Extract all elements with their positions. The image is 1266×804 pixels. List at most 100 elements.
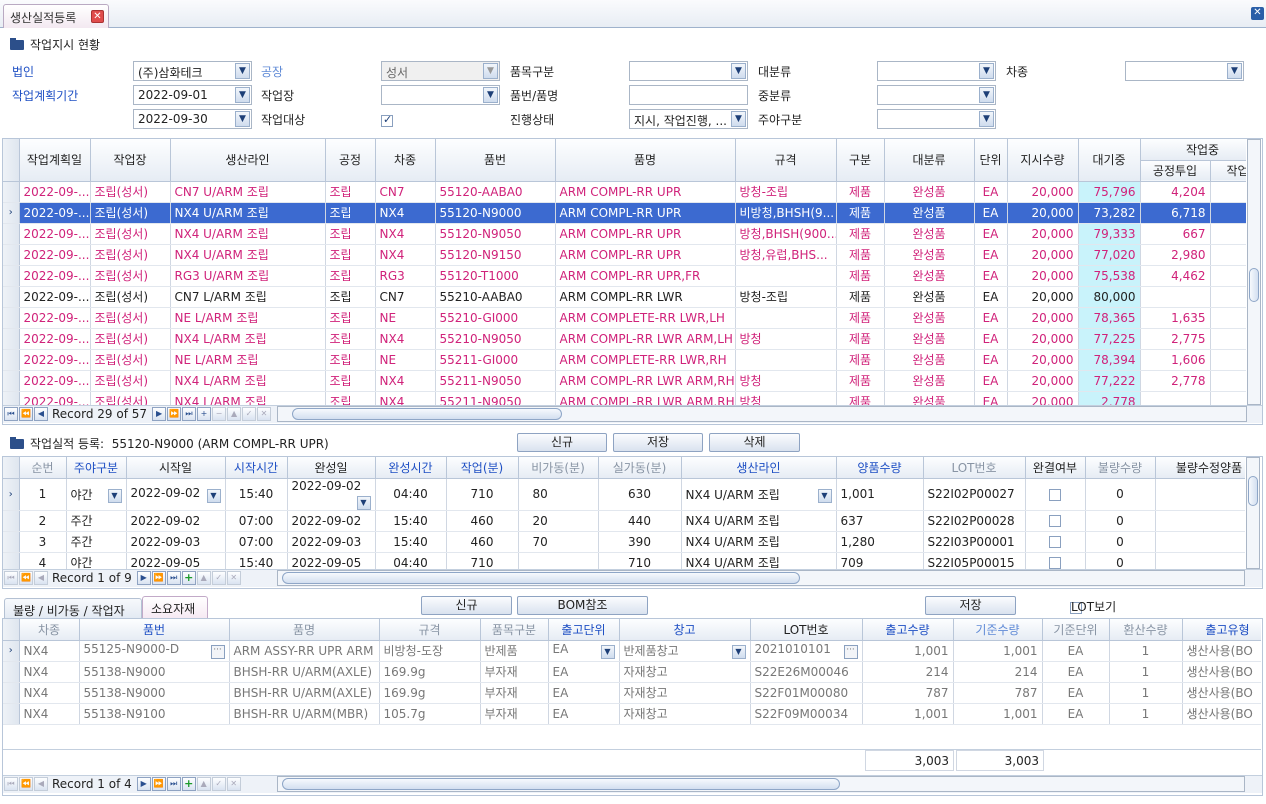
cell-work[interactable] <box>1210 202 1246 224</box>
cell-part[interactable]: 55211-N9050 <box>435 391 556 405</box>
cell-end-date[interactable]: 2022-09-02 ▼ <box>287 478 376 511</box>
cell-name[interactable]: ARM COMPL-RR UPR <box>555 244 736 266</box>
complete-checkbox[interactable] <box>1049 557 1061 569</box>
cancel-icon[interactable]: ✕ <box>257 407 272 421</box>
cell-seq[interactable]: 3 <box>19 531 67 553</box>
cell-itemtype[interactable]: 부자재 <box>480 682 549 704</box>
move-up-icon[interactable]: ▲ <box>196 777 211 791</box>
table-row[interactable]: 2022-09-... 조립(성서) NX4 U/ARM 조립 조립 NX4 55120-… <box>3 244 1246 266</box>
cell-part[interactable]: 55120-N9050 <box>435 223 556 245</box>
row-indicator[interactable] <box>3 307 20 329</box>
row-indicator[interactable] <box>3 510 20 532</box>
cell-inp[interactable]: 667 <box>1140 223 1211 245</box>
cell-line[interactable]: NX4 L/ARM 조립 <box>170 328 326 350</box>
part-input[interactable] <box>629 85 748 105</box>
cell-cat[interactable]: 완성품 <box>884 181 975 203</box>
cell-spec[interactable]: 비방청,BHSH(9... <box>735 202 837 224</box>
cell-good-qty[interactable]: 709 <box>836 552 924 569</box>
cell-ws[interactable]: 조립(성서) <box>90 181 171 203</box>
cell-out-qty[interactable]: 214 <box>862 661 954 683</box>
cell-part[interactable]: 55138-N9000 <box>79 661 230 683</box>
cell-car[interactable]: RG3 <box>375 265 436 287</box>
results-hscroll[interactable] <box>277 570 1245 586</box>
cell-wait[interactable]: 75,796 <box>1078 181 1141 203</box>
cell-name[interactable]: BHSH-RR U/ARM(AXLE) <box>229 661 380 683</box>
cell-ws[interactable]: 조립(성서) <box>90 244 171 266</box>
cell-wait[interactable]: 78,394 <box>1078 349 1141 371</box>
cell-start-time[interactable]: 15:40 <box>225 478 288 511</box>
col-prod-line[interactable]: 생산라인 <box>681 457 837 479</box>
cell-inp[interactable] <box>1140 286 1211 308</box>
chevron-down-icon[interactable]: ▼ <box>107 488 122 503</box>
cell-unit[interactable]: EA <box>974 286 1008 308</box>
cell-inp[interactable]: 2,775 <box>1140 328 1211 350</box>
col-idle-min[interactable]: 비가동(분) <box>518 457 599 479</box>
cell-conv-qty[interactable]: 1 <box>1109 682 1183 704</box>
prev-page-icon[interactable]: ⏪ <box>19 571 33 585</box>
cell-inp[interactable]: 2,980 <box>1140 244 1211 266</box>
last-record-icon[interactable]: ⏭ <box>166 571 181 585</box>
cell-car[interactable]: NX4 <box>375 370 436 392</box>
row-indicator[interactable] <box>3 244 20 266</box>
cell-complete[interactable] <box>1025 552 1086 569</box>
cell-bad-qty[interactable]: 0 <box>1085 510 1156 532</box>
move-up-icon[interactable]: ▲ <box>227 407 242 421</box>
cell-line[interactable]: NX4 U/ARM 조립 <box>170 202 326 224</box>
col-complete[interactable]: 완결여부 <box>1025 457 1086 479</box>
cell-base-unit[interactable]: EA <box>1042 661 1110 683</box>
cell-bad-qty[interactable]: 0 <box>1085 478 1156 511</box>
cell-name[interactable]: ARM COMPLETE-RR LWR,RH <box>555 349 736 371</box>
cell-itemtype[interactable]: 부자재 <box>480 661 549 683</box>
table-row[interactable]: 2022-09-... 조립(성서) NX4 U/ARM 조립 조립 NX4 55120-… <box>3 223 1246 245</box>
col-mat-car[interactable]: 차종 <box>19 619 80 641</box>
col-mat-out-unit[interactable]: 출고단위 <box>548 619 620 641</box>
cell-car[interactable]: NE <box>375 307 436 329</box>
cell-car[interactable]: NX4 <box>375 328 436 350</box>
row-indicator[interactable] <box>3 703 20 725</box>
add-record-icon[interactable]: + <box>181 777 196 791</box>
col-good-qty[interactable]: 양품수량 <box>836 457 924 479</box>
cell-inp[interactable]: 4,462 <box>1140 265 1211 287</box>
table-row[interactable]: 2022-09-... 조립(성서) NX4 L/ARM 조립 조립 NX4 55210-… <box>3 328 1246 350</box>
cell-start-date[interactable]: 2022-09-02 <box>126 510 226 532</box>
next-page-icon[interactable]: ⏩ <box>151 777 166 791</box>
cell-lot[interactable]: S22F01M00080 <box>750 682 863 704</box>
table-row[interactable]: › 1 야간 ▼ 2022-09-02 ▼ 15:40 2022-09-02 ▼ 04:40 710… <box>3 478 1245 511</box>
cell-end-time[interactable]: 15:40 <box>375 510 447 532</box>
results-vscroll[interactable] <box>1246 457 1260 569</box>
cell-start-date[interactable]: 2022-09-02 ▼ <box>126 478 226 511</box>
table-row[interactable]: › NX4 55125-N9000-D ··· ARM ASSY-RR UPR ARM 비… <box>3 640 1261 662</box>
chevron-down-icon[interactable]: ▼ <box>731 645 746 659</box>
table-row[interactable]: 2022-09-... 조립(성서) CN7 L/ARM 조립 조립 CN7 55210-… <box>3 286 1246 308</box>
cell-type[interactable]: 제품 <box>836 181 885 203</box>
first-record-icon[interactable]: ⏮ <box>4 407 18 421</box>
next-page-icon[interactable]: ⏩ <box>167 407 182 421</box>
col-start-date[interactable]: 시작일 <box>126 457 226 479</box>
cell-cat[interactable]: 완성품 <box>884 286 975 308</box>
cell-wait[interactable]: 2,778 <box>1078 391 1141 405</box>
cell-car[interactable]: NX4 <box>19 661 80 683</box>
table-row[interactable]: 2022-09-... 조립(성서) NE L/ARM 조립 조립 NE 55210-GI… <box>3 307 1246 329</box>
cell-qty[interactable]: 20,000 <box>1007 286 1079 308</box>
prev-record-icon[interactable]: ◀ <box>34 407 48 421</box>
cell-real-min[interactable]: 630 <box>598 478 682 511</box>
col-bad-qty[interactable]: 불량수량 <box>1085 457 1156 479</box>
cell-warehouse[interactable]: 반제품창고 ▼ <box>619 640 751 662</box>
cell-proc[interactable]: 조립 <box>325 307 376 329</box>
cell-date[interactable]: 2022-09-... <box>19 223 91 245</box>
cell-cat[interactable]: 완성품 <box>884 265 975 287</box>
table-row[interactable]: NX4 55138-N9000 BHSH-RR U/ARM(AXLE) 169.9g 부… <box>3 661 1261 683</box>
cell-type[interactable]: 제품 <box>836 391 885 405</box>
results-new-button[interactable]: 신규 <box>517 433 607 452</box>
cell-qty[interactable]: 20,000 <box>1007 370 1079 392</box>
cell-out-type[interactable]: 생산사용(BO <box>1182 682 1261 704</box>
first-record-icon[interactable]: ⏮ <box>4 571 18 585</box>
col-line[interactable]: 생산라인 <box>170 139 326 182</box>
cell-warehouse[interactable]: 자재창고 <box>619 703 751 725</box>
col-shift[interactable]: 주야구분 <box>66 457 127 479</box>
col-real-min[interactable]: 실가동(분) <box>598 457 682 479</box>
chevron-down-icon[interactable]: ▼ <box>356 495 371 509</box>
col-part-no[interactable]: 품번 <box>435 139 556 182</box>
cell-conv-qty[interactable]: 1 <box>1109 661 1183 683</box>
cell-lot[interactable]: S22I02P00028 <box>923 510 1026 532</box>
